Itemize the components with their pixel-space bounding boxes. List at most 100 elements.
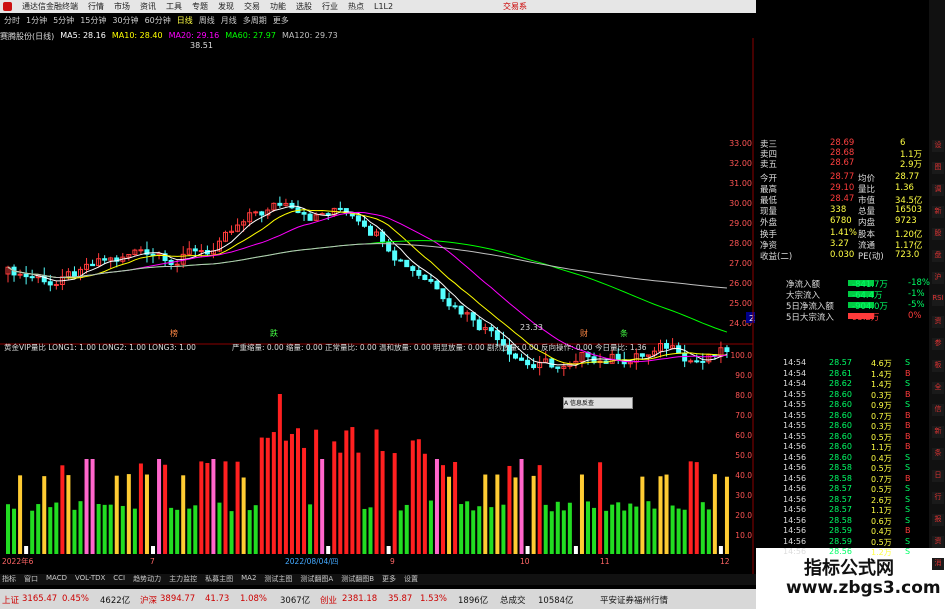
side-button[interactable]: 资 xyxy=(932,536,944,548)
menu-item-screener[interactable]: 选股 xyxy=(296,1,312,12)
date-axis-label: 2022年6 xyxy=(2,556,34,566)
candle-body xyxy=(700,360,706,363)
indicator-bar xyxy=(187,508,192,554)
indicator-tab[interactable]: 测试主图 xyxy=(264,574,292,585)
period-2[interactable]: 5分钟 xyxy=(53,15,74,26)
indicator-tab[interactable]: MACD xyxy=(46,574,67,585)
candle-body xyxy=(531,364,537,369)
indicator-bar xyxy=(622,510,627,554)
period-5[interactable]: 60分钟 xyxy=(145,15,171,26)
indicator-bar xyxy=(640,476,645,554)
menu-item-l1l2[interactable]: L1L2 xyxy=(374,2,393,11)
sz-label: 沪深 xyxy=(140,596,158,606)
indicator-tab[interactable]: 测试翻图A xyxy=(300,574,333,585)
period-0[interactable]: 分时 xyxy=(4,15,20,26)
candle-body xyxy=(90,263,96,267)
stat-value: 16503 xyxy=(895,205,923,215)
candle-body xyxy=(47,281,53,286)
side-button[interactable]: 资 xyxy=(932,316,944,328)
side-button[interactable]: 条 xyxy=(932,448,944,460)
tick-row: 14:56 28.57 2.6万 S xyxy=(783,495,929,506)
candle-body xyxy=(398,259,404,262)
quote-row: 卖五 28.67 2.9万 xyxy=(760,158,928,170)
menu-item-quotes[interactable]: 行情 xyxy=(88,1,104,12)
info-popup[interactable]: A 信息反查 xyxy=(563,397,633,409)
indicator-tab[interactable]: 趋势动力 xyxy=(133,574,161,585)
tick-side: B xyxy=(905,526,911,535)
indicator-bar xyxy=(265,437,270,554)
menu-item-tools[interactable]: 工具 xyxy=(166,1,182,12)
side-button[interactable]: 消 xyxy=(932,558,944,570)
indicator-bar xyxy=(175,509,180,554)
period-6[interactable]: 日线 xyxy=(177,15,193,26)
indicator-bar xyxy=(531,475,536,554)
indicator-params: 严重缩量: 0.00 缩量: 0.00 正常量比: 0.00 温和放量: 0.0… xyxy=(232,342,647,352)
side-button[interactable]: 信 xyxy=(932,404,944,416)
menu-item-industry[interactable]: 行业 xyxy=(322,1,338,12)
side-button[interactable]: 新 xyxy=(932,206,944,218)
candle-body xyxy=(549,358,555,368)
period-4[interactable]: 30分钟 xyxy=(112,15,138,26)
side-button[interactable]: 全 xyxy=(932,382,944,394)
indicator-bar xyxy=(289,433,294,554)
side-button[interactable]: 图 xyxy=(932,162,944,174)
indicator-bar xyxy=(416,439,421,554)
indicator-tab[interactable]: 设置 xyxy=(404,574,418,585)
stat-row: 今开 28.77 均价 28.77 xyxy=(760,172,928,184)
indicator-tab[interactable]: 更多 xyxy=(382,574,396,585)
side-button[interactable]: 行 xyxy=(932,492,944,504)
menu-item-news[interactable]: 资讯 xyxy=(140,1,156,12)
indicator-bar xyxy=(646,501,651,554)
flow-row: 大宗流入 -64.4万 -1% xyxy=(760,289,928,301)
menu-item-function[interactable]: 功能 xyxy=(270,1,286,12)
indicator-tab[interactable]: 私募主图 xyxy=(205,574,233,585)
indicator-tab[interactable]: VOL-TDX xyxy=(75,574,105,585)
tick-time: 14:55 xyxy=(783,410,807,420)
menu-item-market[interactable]: 市场 xyxy=(114,1,130,12)
side-button[interactable]: 沪 xyxy=(932,272,944,284)
indicator-bar xyxy=(120,505,125,554)
chart-area[interactable]: 33.00 32.00 31.00 30.00 29.00 28.00 27.00 26.00… xyxy=(0,26,755,574)
indicator-tab[interactable]: 测试翻图B xyxy=(341,574,374,585)
indicator-tab[interactable]: 指标 xyxy=(2,574,16,585)
indicator-tab[interactable]: MA2 xyxy=(241,574,256,585)
period-3[interactable]: 15分钟 xyxy=(80,15,106,26)
indicator-tab[interactable]: 窗口 xyxy=(24,574,38,585)
flow-pct: -1% xyxy=(908,289,925,299)
stat-label: PE(动) xyxy=(858,252,884,262)
side-button[interactable]: 调 xyxy=(932,184,944,196)
side-button[interactable]: 参 xyxy=(932,338,944,350)
candle-body xyxy=(724,347,730,353)
side-button[interactable]: 股 xyxy=(932,228,944,240)
stat-value: 28.77 xyxy=(895,172,920,182)
menu-item-trade[interactable]: 交易 xyxy=(244,1,260,12)
side-button[interactable]: 板 xyxy=(932,360,944,372)
side-button[interactable]: RSI xyxy=(932,294,944,306)
trade-system-link[interactable]: 交易系 xyxy=(503,1,527,12)
candle-body xyxy=(555,366,561,369)
menu-item-topics[interactable]: 专题 xyxy=(192,1,208,12)
menu-item-discover[interactable]: 发现 xyxy=(218,1,234,12)
period-8[interactable]: 月线 xyxy=(221,15,237,26)
tick-row: 14:55 28.60 0.5万 B xyxy=(783,432,929,443)
indicator-bar xyxy=(586,501,590,554)
indicator-bar xyxy=(410,440,415,554)
menu-item-hot[interactable]: 热点 xyxy=(348,1,364,12)
ma5-line xyxy=(7,205,728,366)
side-button[interactable]: 设 xyxy=(932,140,944,152)
period-1[interactable]: 1分钟 xyxy=(26,15,47,26)
candle-body xyxy=(192,248,198,252)
side-button[interactable]: 盘 xyxy=(932,250,944,262)
indicator-bar xyxy=(489,507,494,554)
indicator-tab[interactable]: CCI xyxy=(113,574,125,585)
period-10[interactable]: 更多 xyxy=(273,15,289,26)
side-button[interactable]: 日 xyxy=(932,470,944,482)
indicator-tab[interactable]: 主力监控 xyxy=(169,574,197,585)
tick-price: 28.60 xyxy=(829,389,852,399)
indicator-bar xyxy=(114,475,119,554)
side-button[interactable]: 新 xyxy=(932,426,944,438)
period-9[interactable]: 多周期 xyxy=(243,15,267,26)
side-button[interactable]: 报 xyxy=(932,514,944,526)
tick-row: 14:56 28.58 0.6万 S xyxy=(783,516,929,527)
period-7[interactable]: 周线 xyxy=(199,15,215,26)
